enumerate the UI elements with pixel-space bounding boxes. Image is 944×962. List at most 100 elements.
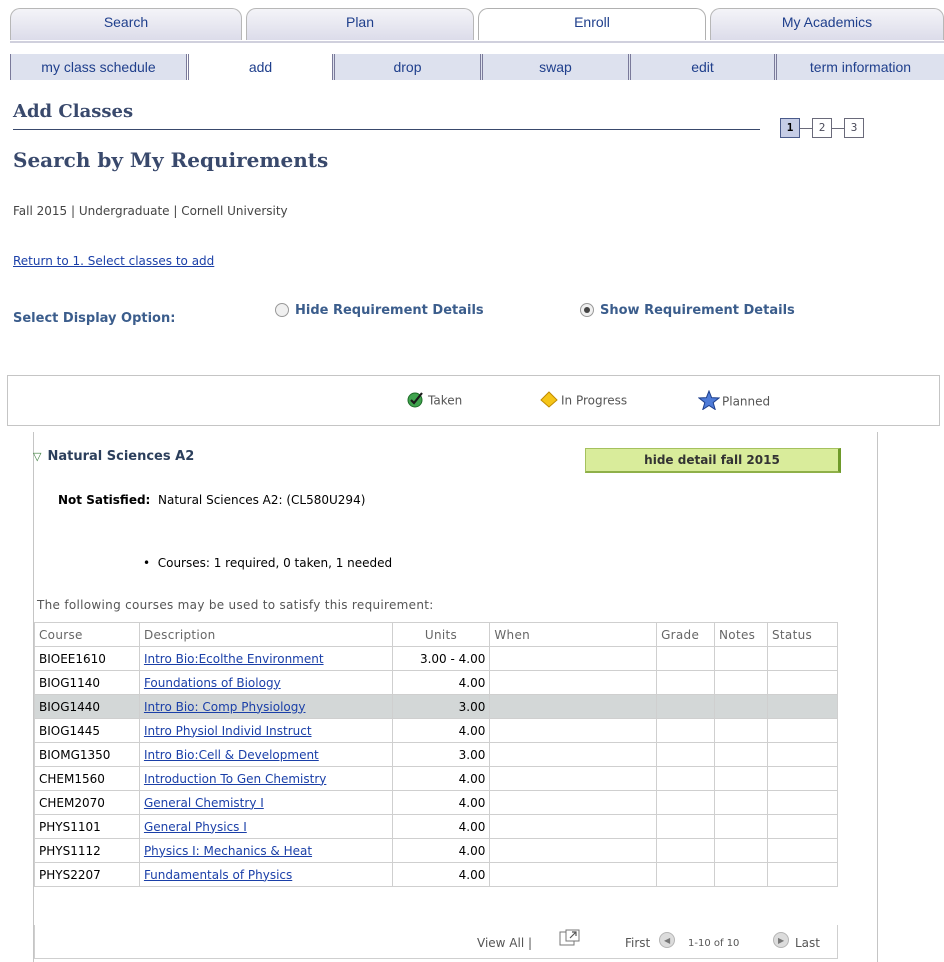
course-description-cell: Intro Bio: Comp Physiology bbox=[138, 694, 393, 719]
course-description-link[interactable]: Foundations of Biology bbox=[144, 676, 281, 690]
course-grade-cell bbox=[656, 718, 716, 743]
display-option-label: Select Display Option: bbox=[13, 311, 176, 326]
previous-page-button[interactable]: ◀ bbox=[659, 932, 675, 948]
hide-details-radio[interactable]: Hide Requirement Details bbox=[275, 302, 484, 318]
tab-plan[interactable]: Plan bbox=[246, 8, 474, 40]
table-row: BIOG1440 Intro Bio: Comp Physiology 3.00 bbox=[34, 694, 838, 719]
table-row: PHYS1112 Physics I: Mechanics & Heat 4.00 bbox=[34, 838, 838, 863]
subnav-my-class-schedule[interactable]: my class schedule bbox=[10, 54, 186, 80]
course-status-cell bbox=[767, 814, 838, 839]
course-units-cell: 3.00 bbox=[391, 694, 491, 719]
column-header-units: Units bbox=[391, 622, 491, 647]
course-grade-cell bbox=[656, 790, 716, 815]
table-row: PHYS1101 General Physics I 4.00 bbox=[34, 814, 838, 839]
subnav-add-label: add bbox=[248, 59, 273, 75]
requirement-status: Not Satisfied: Natural Sciences A2: (CL5… bbox=[58, 493, 365, 507]
course-code-cell: CHEM1560 bbox=[34, 766, 140, 791]
course-notes-cell bbox=[714, 718, 768, 743]
course-grade-cell bbox=[656, 646, 716, 671]
course-notes-cell bbox=[714, 790, 768, 815]
course-grade-cell bbox=[656, 862, 716, 887]
column-header-when: When bbox=[489, 622, 658, 647]
popout-icon[interactable] bbox=[559, 929, 581, 947]
legend-taken-label: Taken bbox=[428, 393, 463, 408]
course-status-cell bbox=[767, 694, 838, 719]
course-status-cell bbox=[767, 838, 838, 863]
expand-triangle-icon: ▽ bbox=[33, 450, 42, 463]
course-description-cell: Physics I: Mechanics & Heat bbox=[138, 838, 393, 863]
course-when-cell bbox=[489, 670, 658, 695]
course-description-cell: Introduction To Gen Chemistry bbox=[138, 766, 393, 791]
course-units-cell: 4.00 bbox=[391, 718, 491, 743]
hide-detail-button[interactable]: hide detail fall 2015 bbox=[585, 448, 841, 473]
view-all-link[interactable]: View All | bbox=[477, 936, 532, 950]
top-tab-bar: Search Plan Enroll My Academics bbox=[10, 8, 944, 42]
panel-border-right bbox=[877, 432, 878, 962]
subnav-edit-label: edit bbox=[691, 59, 714, 75]
tab-search[interactable]: Search bbox=[10, 8, 242, 40]
table-row: CHEM1560 Introduction To Gen Chemistry 4.0… bbox=[34, 766, 838, 791]
status-text: Natural Sciences A2: (CL580U294) bbox=[158, 493, 366, 507]
course-grade-cell bbox=[656, 670, 716, 695]
course-notes-cell bbox=[714, 646, 768, 671]
courses-table: Course Description Units When Grade Note… bbox=[34, 622, 838, 887]
return-to-select-classes-link[interactable]: Return to 1. Select classes to add bbox=[13, 254, 214, 268]
course-notes-cell bbox=[714, 694, 768, 719]
subnav-edit[interactable]: edit bbox=[628, 54, 774, 80]
course-grade-cell bbox=[656, 766, 716, 791]
course-description-link[interactable]: Intro Physiol Individ Instruct bbox=[144, 724, 312, 738]
course-notes-cell bbox=[714, 670, 768, 695]
table-row: PHYS2207 Fundamentals of Physics 4.00 bbox=[34, 862, 838, 887]
courses-summary-text: Courses: 1 required, 0 taken, 1 needed bbox=[157, 556, 393, 570]
page-title: Add Classes bbox=[13, 101, 134, 122]
course-when-cell bbox=[489, 742, 658, 767]
next-page-button[interactable]: ▶ bbox=[773, 932, 789, 948]
course-units-cell: 4.00 bbox=[391, 790, 491, 815]
course-code-cell: BIOG1440 bbox=[34, 694, 140, 719]
course-description-link[interactable]: Intro Bio:Cell & Development bbox=[144, 748, 319, 762]
course-description-cell: Intro Bio:Ecolthe Environment bbox=[138, 646, 393, 671]
table-row: BIOG1140 Foundations of Biology 4.00 bbox=[34, 670, 838, 695]
step-connector bbox=[832, 128, 844, 129]
requirement-toggle[interactable]: ▽ Natural Sciences A2 bbox=[33, 449, 194, 464]
course-description-link[interactable]: Intro Bio: Comp Physiology bbox=[144, 700, 306, 714]
course-units-cell: 4.00 bbox=[391, 670, 491, 695]
course-description-link[interactable]: Intro Bio:Ecolthe Environment bbox=[144, 652, 324, 666]
course-description-link[interactable]: Introduction To Gen Chemistry bbox=[144, 772, 326, 786]
course-units-cell: 4.00 bbox=[391, 766, 491, 791]
course-description-link[interactable]: General Chemistry I bbox=[144, 796, 264, 810]
course-status-cell bbox=[767, 670, 838, 695]
courses-table-body: BIOEE1610 Intro Bio:Ecolthe Environment 3.… bbox=[34, 646, 838, 887]
tab-my-academics[interactable]: My Academics bbox=[710, 8, 944, 40]
step-1: 1 bbox=[780, 118, 800, 138]
last-page-link[interactable]: Last bbox=[795, 936, 820, 950]
subnav-term-information-label: term information bbox=[809, 59, 912, 75]
enroll-subnav: my class schedule add drop swap edit ter… bbox=[10, 54, 944, 80]
legend-taken: Taken bbox=[406, 392, 462, 410]
show-details-radio[interactable]: Show Requirement Details bbox=[580, 302, 795, 318]
tab-plan-label: Plan bbox=[345, 14, 375, 30]
subnav-add[interactable]: add bbox=[186, 54, 332, 80]
course-status-cell bbox=[767, 742, 838, 767]
subnav-swap[interactable]: swap bbox=[480, 54, 628, 80]
courses-summary: • Courses: 1 required, 0 taken, 1 needed bbox=[143, 556, 392, 570]
tab-enroll-label: Enroll bbox=[574, 14, 610, 30]
star-icon bbox=[697, 389, 721, 411]
radio-unselected-icon bbox=[275, 302, 289, 317]
course-description-cell: Foundations of Biology bbox=[138, 670, 393, 695]
course-description-cell: Intro Physiol Individ Instruct bbox=[138, 718, 393, 743]
tab-enroll[interactable]: Enroll bbox=[478, 8, 706, 40]
course-code-cell: BIOG1445 bbox=[34, 718, 140, 743]
table-row: BIOEE1610 Intro Bio:Ecolthe Environment 3.… bbox=[34, 646, 838, 671]
course-description-link[interactable]: Fundamentals of Physics bbox=[144, 868, 292, 882]
course-units-cell: 4.00 bbox=[391, 838, 491, 863]
status-label: Not Satisfied: bbox=[58, 493, 151, 507]
course-description-link[interactable]: Physics I: Mechanics & Heat bbox=[144, 844, 312, 858]
step-3: 3 bbox=[844, 118, 864, 138]
first-page-link[interactable]: First bbox=[625, 936, 650, 950]
course-description-link[interactable]: General Physics I bbox=[144, 820, 247, 834]
course-when-cell bbox=[489, 814, 658, 839]
subnav-drop[interactable]: drop bbox=[332, 54, 480, 80]
arrow-left-icon: ◀ bbox=[664, 936, 671, 945]
subnav-term-information[interactable]: term information bbox=[774, 54, 944, 80]
